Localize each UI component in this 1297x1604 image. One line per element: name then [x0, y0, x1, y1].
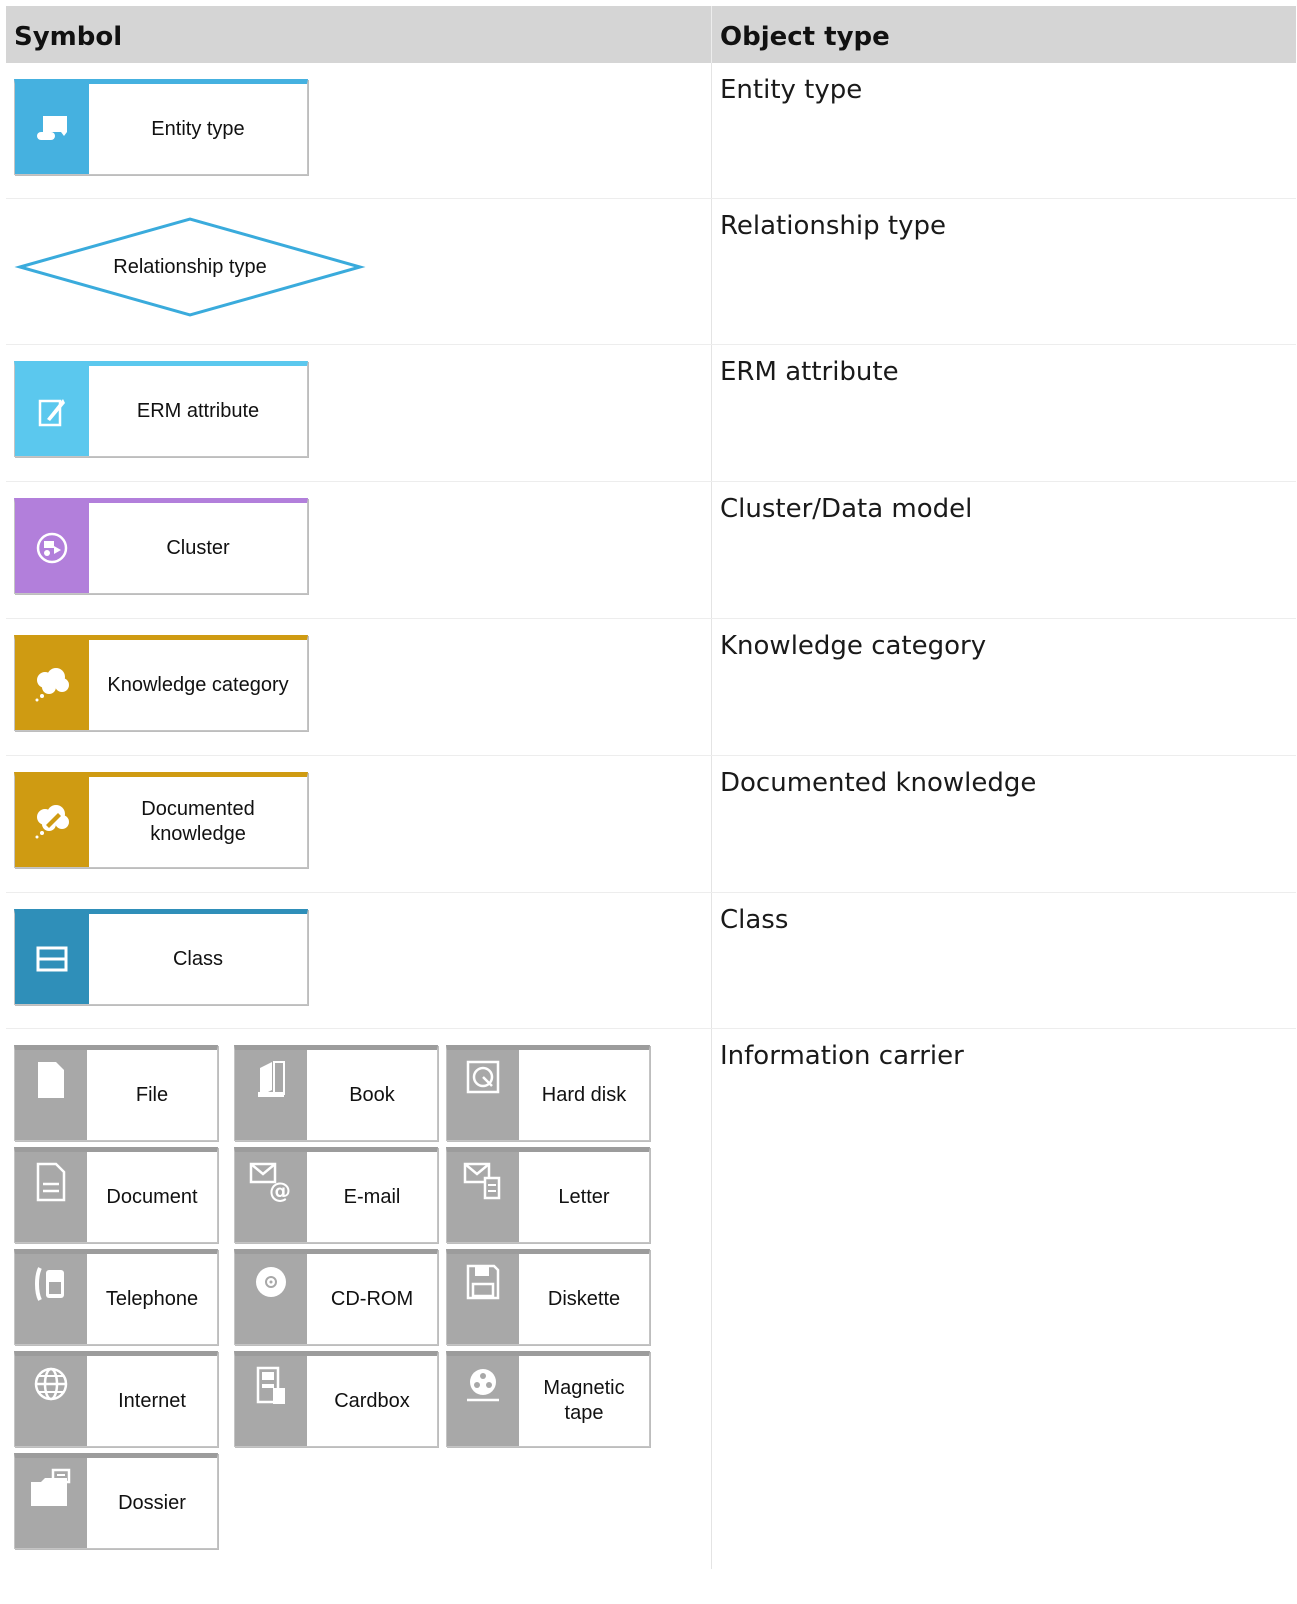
- table-row: File Book Hard disk Document @ E-mail Le…: [6, 1029, 1296, 1569]
- cardbox-icon: [235, 1356, 307, 1446]
- documented-knowledge-symbol: Documented knowledge: [14, 772, 308, 868]
- symbol-label: Relationship type: [113, 255, 267, 278]
- carrier-diskette: Diskette: [446, 1249, 650, 1345]
- carrier-cardbox: Cardbox: [234, 1351, 438, 1447]
- table-row: Cluster Cluster/Data model: [6, 482, 1296, 619]
- carrier-dossier: Dossier: [14, 1453, 218, 1549]
- carrier-book: Book: [234, 1045, 438, 1141]
- carrier-label: File: [135, 1083, 169, 1106]
- header-object-type: Object type: [720, 22, 890, 52]
- carrier-label: Dossier: [118, 1491, 186, 1514]
- object-type-cell: Cluster/Data model: [720, 494, 973, 524]
- symbol-label: ERM attribute: [136, 399, 260, 422]
- symbol-cell: Documented knowledge: [6, 756, 712, 892]
- object-type-cell: ERM attribute: [720, 357, 899, 387]
- symbol-label: Knowledge category: [107, 673, 289, 696]
- carrier-email: @ E-mail: [234, 1147, 438, 1243]
- object-type-cell: Entity type: [720, 75, 863, 105]
- cd-rom-icon: [235, 1254, 307, 1344]
- table-row: Knowledge category Knowledge category: [6, 619, 1296, 756]
- carrier-letter: Letter: [446, 1147, 650, 1243]
- knowledge-category-symbol: Knowledge category: [14, 635, 308, 731]
- carrier-label: CD-ROM: [330, 1287, 414, 1310]
- carrier-label: Letter: [558, 1185, 610, 1208]
- file-icon: [15, 1050, 87, 1140]
- object-type-cell: Information carrier: [720, 1041, 964, 1071]
- telephone-icon: [15, 1254, 87, 1344]
- carrier-document: Document: [14, 1147, 218, 1243]
- globe-icon: [15, 1356, 87, 1446]
- document-icon: [15, 1152, 87, 1242]
- object-type-cell: Relationship type: [720, 211, 946, 241]
- symbol-cell: ERM attribute: [6, 345, 712, 481]
- dossier-icon: [15, 1458, 87, 1548]
- symbol-cell: File Book Hard disk Document @ E-mail Le…: [6, 1029, 712, 1569]
- symbol-label: Class: [172, 947, 223, 970]
- erm-attribute-symbol: ERM attribute: [14, 361, 308, 457]
- symbol-cell: Entity type: [6, 63, 712, 198]
- carrier-label: Cardbox: [334, 1389, 410, 1412]
- hard-disk-icon: [447, 1050, 519, 1140]
- table-row: Relationship type Relationship type: [6, 199, 1296, 345]
- carrier-label: Telephone: [105, 1287, 199, 1310]
- symbol-label: Entity type: [151, 117, 245, 140]
- header-symbol: Symbol: [6, 6, 712, 63]
- symbol-cell: Knowledge category: [6, 619, 712, 755]
- object-type-cell: Documented knowledge: [720, 768, 1037, 798]
- svg-text:@: @: [269, 1179, 291, 1202]
- cluster-icon: [15, 503, 89, 593]
- symbol-cell: Class: [6, 893, 712, 1028]
- carrier-file: File: [14, 1045, 218, 1141]
- class-icon: [15, 914, 89, 1004]
- symbol-label: Cluster: [166, 536, 230, 559]
- table-row: ERM attribute ERM attribute: [6, 345, 1296, 482]
- symbol-label: Documented knowledge: [141, 798, 255, 845]
- entity-type-symbol: Entity type: [14, 79, 308, 175]
- symbol-table: Symbol Object type Entity type Entity ty…: [6, 6, 1296, 1569]
- diskette-icon: [447, 1254, 519, 1344]
- cloud-icon: [15, 640, 89, 730]
- table-row: Class Class: [6, 893, 1296, 1029]
- carrier-label: E-mail: [343, 1185, 401, 1208]
- carrier-internet: Internet: [14, 1351, 218, 1447]
- class-symbol: Class: [14, 909, 308, 1005]
- carrier-label: Book: [349, 1083, 395, 1106]
- carrier-cd-rom: CD-ROM: [234, 1249, 438, 1345]
- cluster-symbol: Cluster: [14, 498, 308, 594]
- entity-icon: [15, 84, 89, 174]
- table-header: Symbol Object type: [6, 6, 1296, 63]
- symbol-cell: Relationship type: [6, 199, 712, 344]
- cloud-pencil-icon: [15, 777, 89, 867]
- carrier-telephone: Telephone: [14, 1249, 218, 1345]
- symbol-cell: Cluster: [6, 482, 712, 618]
- object-type-cell: Knowledge category: [720, 631, 987, 661]
- carrier-magnetic-tape: Magnetic tape: [446, 1351, 650, 1447]
- attribute-icon: [15, 366, 89, 456]
- carrier-label: Diskette: [547, 1287, 621, 1310]
- carrier-label: Hard disk: [541, 1083, 627, 1106]
- table-row: Documented knowledge Documented knowledg…: [6, 756, 1296, 893]
- book-icon: [235, 1050, 307, 1140]
- object-type-cell: Class: [720, 905, 789, 935]
- carrier-label: Document: [106, 1185, 198, 1208]
- magnetic-tape-icon: [447, 1356, 519, 1446]
- email-icon: @: [235, 1152, 307, 1242]
- carrier-label: Internet: [118, 1389, 186, 1412]
- carrier-label: Magnetic tape: [543, 1377, 625, 1424]
- letter-icon: [447, 1152, 519, 1242]
- carrier-hard-disk: Hard disk: [446, 1045, 650, 1141]
- table-row: Entity type Entity type: [6, 63, 1296, 199]
